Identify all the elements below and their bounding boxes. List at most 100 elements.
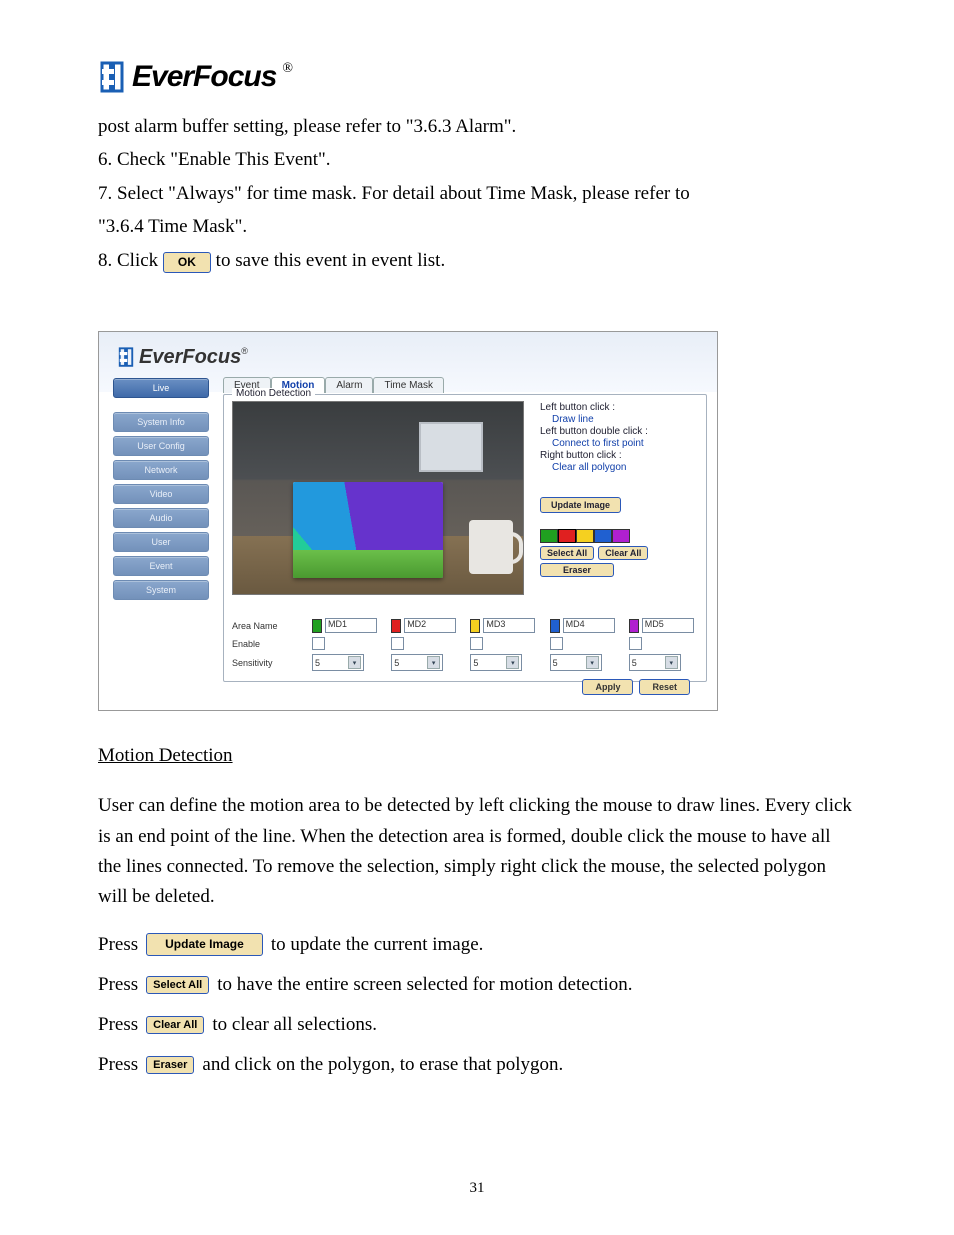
area-enable-cell <box>470 637 539 650</box>
enable-checkbox[interactable] <box>312 637 325 650</box>
section-heading: Motion Detection <box>98 745 856 767</box>
area-color-swatch <box>470 619 480 633</box>
press-after: and click on the polygon, to erase that … <box>202 1054 563 1076</box>
area-name-cell: MD2 <box>391 618 460 633</box>
chevron-down-icon: ▾ <box>348 656 361 669</box>
sensitivity-select[interactable]: 5▾ <box>550 654 602 671</box>
apply-button[interactable]: Apply <box>582 679 633 695</box>
color-swatch[interactable] <box>540 529 558 543</box>
intro-line: 6. Check "Enable This Event". <box>98 145 856 174</box>
row-label-enable: Enable <box>232 639 302 649</box>
area-color-swatch <box>312 619 322 633</box>
reset-button[interactable]: Reset <box>639 679 690 695</box>
sidebar-item-user-config[interactable]: User Config <box>113 436 209 456</box>
step8-before: 8. Click <box>98 250 163 271</box>
embedded-screenshot: EverFocus ® Live System Info User Config… <box>98 331 718 711</box>
area-enable-cell <box>550 637 619 650</box>
area-name-cell: MD4 <box>550 618 619 633</box>
press-button[interactable]: Select All <box>146 976 209 994</box>
color-swatch[interactable] <box>558 529 576 543</box>
intro-text: post alarm buffer setting, please refer … <box>98 112 856 275</box>
sidebar-item-live[interactable]: Live <box>113 378 209 398</box>
intro-line: "3.6.4 Time Mask". <box>98 212 856 241</box>
enable-checkbox[interactable] <box>470 637 483 650</box>
area-enable-cell <box>391 637 460 650</box>
sensitivity-select[interactable]: 5▾ <box>629 654 681 671</box>
press-row: Press Eraser and click on the polygon, t… <box>98 1054 856 1076</box>
page-number: 31 <box>0 1180 954 1197</box>
press-before: Press <box>98 974 138 996</box>
sensitivity-select[interactable]: 5▾ <box>312 654 364 671</box>
clear-all-button[interactable]: Clear All <box>598 546 648 560</box>
registered-mark: ® <box>282 61 293 77</box>
hint-sub: Draw line <box>540 414 698 425</box>
tab-alarm[interactable]: Alarm <box>325 377 373 393</box>
hint-sub: Connect to first point <box>540 438 698 449</box>
press-after: to have the entire screen selected for m… <box>217 974 632 996</box>
area-color-selector <box>540 529 698 543</box>
area-name-cell: MD1 <box>312 618 381 633</box>
area-sens-cell: 5▾ <box>312 654 381 671</box>
hint-line: Left button click : <box>540 402 698 413</box>
press-row: Press Update Image to update the current… <box>98 933 856 957</box>
sidebar-item-network[interactable]: Network <box>113 460 209 480</box>
sidebar-item-video[interactable]: Video <box>113 484 209 504</box>
press-after: to clear all selections. <box>212 1014 377 1036</box>
chevron-down-icon: ▾ <box>665 656 678 669</box>
press-button[interactable]: Clear All <box>146 1016 204 1034</box>
press-button[interactable]: Update Image <box>146 933 263 957</box>
doc-logo: EverFocus ® <box>98 60 856 94</box>
main-panel: Event Motion Alarm Time Mask Motion Dete… <box>209 376 707 700</box>
intro-line: post alarm buffer setting, please refer … <box>98 112 856 141</box>
sidebar-item-audio[interactable]: Audio <box>113 508 209 528</box>
hint-line: Left button double click : <box>540 426 698 437</box>
area-sens-cell: 5▾ <box>391 654 460 671</box>
color-swatch[interactable] <box>612 529 630 543</box>
eraser-button[interactable]: Eraser <box>540 563 614 577</box>
sensitivity-select[interactable]: 5▾ <box>391 654 443 671</box>
fieldset-legend: Motion Detection <box>232 388 315 399</box>
press-row: Press Select All to have the entire scre… <box>98 974 856 996</box>
press-before: Press <box>98 1054 138 1076</box>
area-name-input[interactable]: MD4 <box>563 618 615 633</box>
everfocus-logo-icon <box>117 347 135 367</box>
ok-button[interactable]: OK <box>163 252 211 274</box>
sidebar-item-event[interactable]: Event <box>113 556 209 576</box>
area-name-input[interactable]: MD5 <box>642 618 694 633</box>
motion-detection-fieldset: Motion Detection Left button click : Dra… <box>223 394 707 682</box>
sidebar-item-user[interactable]: User <box>113 532 209 552</box>
area-name-input[interactable]: MD1 <box>325 618 377 633</box>
camera-preview[interactable] <box>232 401 524 595</box>
area-sens-cell: 5▾ <box>470 654 539 671</box>
row-label-area: Area Name <box>232 621 302 631</box>
update-image-button[interactable]: Update Image <box>540 497 621 513</box>
chevron-down-icon: ▾ <box>427 656 440 669</box>
area-name-cell: MD5 <box>629 618 698 633</box>
intro-line: 7. Select "Always" for time mask. For de… <box>98 179 856 208</box>
press-before: Press <box>98 1014 138 1036</box>
area-name-input[interactable]: MD2 <box>404 618 456 633</box>
area-name-input[interactable]: MD3 <box>483 618 535 633</box>
area-name-cell: MD3 <box>470 618 539 633</box>
everfocus-logo-icon <box>98 61 126 93</box>
sidebar-item-system[interactable]: System <box>113 580 209 600</box>
area-enable-cell <box>312 637 381 650</box>
select-all-button[interactable]: Select All <box>540 546 594 560</box>
color-swatch[interactable] <box>576 529 594 543</box>
area-sens-cell: 5▾ <box>629 654 698 671</box>
enable-checkbox[interactable] <box>550 637 563 650</box>
press-after: to update the current image. <box>271 934 484 956</box>
area-color-swatch <box>629 619 639 633</box>
sidebar: Live System Info User Config Network Vid… <box>113 376 209 700</box>
mouse-hints: Left button click : Draw line Left butto… <box>534 401 698 595</box>
enable-checkbox[interactable] <box>629 637 642 650</box>
chevron-down-icon: ▾ <box>506 656 519 669</box>
color-swatch[interactable] <box>594 529 612 543</box>
step8-after: to save this event in event list. <box>216 250 446 271</box>
press-button[interactable]: Eraser <box>146 1056 194 1074</box>
sidebar-item-system-info[interactable]: System Info <box>113 412 209 432</box>
enable-checkbox[interactable] <box>391 637 404 650</box>
tab-time-mask[interactable]: Time Mask <box>373 377 444 393</box>
step8-line: 8. Click OK to save this event in event … <box>98 246 856 275</box>
sensitivity-select[interactable]: 5▾ <box>470 654 522 671</box>
